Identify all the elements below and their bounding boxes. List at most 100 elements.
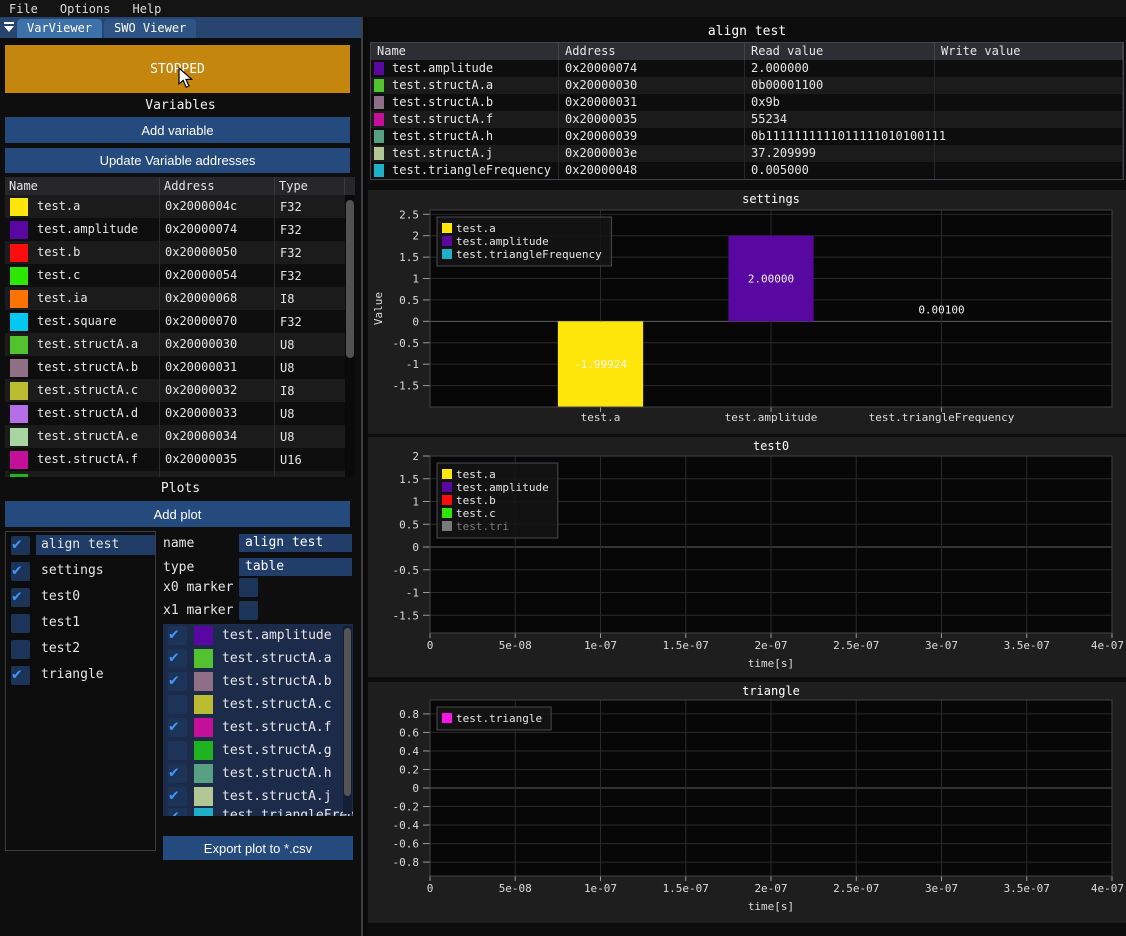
align-table-row[interactable]: test.structA.f0x2000003555234 bbox=[371, 111, 1123, 128]
export-csv-button[interactable]: Export plot to *.csv bbox=[163, 836, 353, 860]
series-color-swatch[interactable] bbox=[194, 649, 213, 668]
series-list-scrollbar[interactable] bbox=[343, 626, 352, 814]
align-table-row[interactable]: test.triangleFrequency0x200000480.005000 bbox=[371, 162, 1123, 179]
menu-help[interactable]: Help bbox=[132, 2, 161, 16]
series-color-swatch[interactable] bbox=[194, 808, 213, 816]
add-variable-button[interactable]: Add variable bbox=[5, 117, 350, 143]
variables-table-scrollbar[interactable] bbox=[345, 195, 355, 477]
update-variable-addresses-button[interactable]: Update Variable addresses bbox=[5, 148, 350, 173]
plot-list-item-label[interactable]: align test bbox=[36, 535, 155, 555]
plot-list-item-label[interactable]: settings bbox=[36, 561, 155, 581]
align-table-row[interactable]: test.structA.b0x200000310x9b bbox=[371, 94, 1123, 111]
series-visible-checkbox[interactable] bbox=[168, 741, 187, 760]
series-row[interactable]: ✔test.triangleFrequency bbox=[163, 808, 353, 816]
chart-settings[interactable]: settings2.521.510.50-0.5-1-1.5test.atest… bbox=[368, 190, 1126, 434]
plot-visible-checkbox[interactable]: ✔ bbox=[11, 588, 30, 607]
variable-color-swatch[interactable] bbox=[10, 474, 28, 478]
collapse-window-icon[interactable] bbox=[0, 17, 17, 38]
series-row[interactable]: ✔test.structA.b bbox=[163, 670, 353, 693]
variable-color-swatch[interactable] bbox=[10, 405, 28, 423]
x1-marker-checkbox[interactable] bbox=[239, 601, 258, 620]
plot-list-item[interactable]: ✔ align test bbox=[11, 535, 155, 555]
variable-color-swatch[interactable] bbox=[10, 359, 28, 377]
variable-color-swatch[interactable] bbox=[10, 267, 28, 285]
series-row[interactable]: ✔test.structA.j bbox=[163, 785, 353, 808]
series-color-swatch[interactable] bbox=[194, 741, 213, 760]
variable-row[interactable]: test.c0x20000054F32 bbox=[5, 264, 355, 287]
variable-row[interactable]: test.structA.e0x20000034U8 bbox=[5, 425, 355, 448]
series-row[interactable]: test.structA.c bbox=[163, 693, 353, 716]
series-row[interactable]: ✔test.structA.a bbox=[163, 647, 353, 670]
series-color-swatch[interactable] bbox=[194, 787, 213, 806]
variable-color-swatch[interactable] bbox=[10, 221, 28, 239]
plot-list-item-label[interactable]: test0 bbox=[36, 587, 155, 607]
menu-options[interactable]: Options bbox=[60, 2, 111, 16]
plot-list-item-label[interactable]: test1 bbox=[36, 613, 155, 633]
series-color-swatch[interactable] bbox=[194, 718, 213, 737]
chart-test0[interactable]: test021.510.50-0.5-1-1.505e-081e-071.5e-… bbox=[368, 437, 1126, 677]
variable-color-swatch[interactable] bbox=[10, 336, 28, 354]
plot-list-item[interactable]: ✔ triangle bbox=[11, 665, 155, 685]
series-color-swatch[interactable] bbox=[194, 764, 213, 783]
series-row[interactable]: ✔test.amplitude bbox=[163, 624, 353, 647]
series-color-swatch[interactable] bbox=[194, 695, 213, 714]
variable-row[interactable]: test.square0x20000070F32 bbox=[5, 310, 355, 333]
chart-triangle[interactable]: triangle0.80.60.40.20-0.2-0.4-0.6-0.805e… bbox=[368, 682, 1126, 923]
series-row[interactable]: test.structA.g bbox=[163, 739, 353, 762]
svg-text:0: 0 bbox=[412, 782, 419, 795]
series-visible-checkbox[interactable]: ✔ bbox=[168, 718, 187, 737]
series-visible-checkbox[interactable]: ✔ bbox=[168, 764, 187, 783]
series-visible-checkbox[interactable]: ✔ bbox=[168, 626, 187, 645]
series-color-swatch[interactable] bbox=[194, 672, 213, 691]
plot-visible-checkbox[interactable]: ✔ bbox=[11, 562, 30, 581]
plot-list-item[interactable]: ✔ test0 bbox=[11, 587, 155, 607]
variable-row[interactable]: test.structA.a0x20000030U8 bbox=[5, 333, 355, 356]
app-window: File Options Help VarViewer SWO Viewer S… bbox=[0, 0, 1126, 936]
variable-row[interactable]: test.ia0x20000068I8 bbox=[5, 287, 355, 310]
variable-row[interactable]: test.structA.c0x20000032I8 bbox=[5, 379, 355, 402]
plot-name-input[interactable]: align test bbox=[239, 534, 352, 552]
align-table-row[interactable]: test.structA.a0x200000300b00001100 bbox=[371, 77, 1123, 94]
variable-color-swatch[interactable] bbox=[10, 198, 28, 216]
series-visible-checkbox[interactable]: ✔ bbox=[168, 672, 187, 691]
plot-list-item-label[interactable]: triangle bbox=[36, 665, 155, 685]
x0-marker-checkbox[interactable] bbox=[239, 578, 258, 597]
variable-row[interactable]: test.structA.d0x20000033U8 bbox=[5, 402, 355, 425]
add-plot-button[interactable]: Add plot bbox=[5, 501, 350, 527]
variable-row[interactable]: test.structA.b0x20000031U8 bbox=[5, 356, 355, 379]
plot-list-item[interactable]: ✔ settings bbox=[11, 561, 155, 581]
plot-list-item[interactable]: test2 bbox=[11, 639, 155, 659]
series-visible-checkbox[interactable] bbox=[168, 695, 187, 714]
variable-row[interactable]: test.a0x2000004cF32 bbox=[5, 195, 355, 218]
series-color-swatch[interactable] bbox=[194, 626, 213, 645]
variable-row[interactable]: test.amplitude0x20000074F32 bbox=[5, 218, 355, 241]
variable-color-swatch[interactable] bbox=[10, 428, 28, 446]
plot-visible-checkbox[interactable]: ✔ bbox=[11, 536, 30, 555]
plot-visible-checkbox[interactable] bbox=[11, 640, 30, 659]
align-table-row[interactable]: test.structA.h0x200000390b11111111110111… bbox=[371, 128, 1123, 145]
variable-row[interactable]: test.b0x20000050F32 bbox=[5, 241, 355, 264]
variable-color-swatch[interactable] bbox=[10, 244, 28, 262]
variable-row[interactable] bbox=[5, 471, 355, 477]
plot-visible-checkbox[interactable] bbox=[11, 614, 30, 633]
variable-color-swatch[interactable] bbox=[10, 382, 28, 400]
plot-visible-checkbox[interactable]: ✔ bbox=[11, 666, 30, 685]
tab-swo-viewer[interactable]: SWO Viewer bbox=[104, 19, 196, 38]
plot-list-item[interactable]: test1 bbox=[11, 613, 155, 633]
series-row[interactable]: ✔test.structA.h bbox=[163, 762, 353, 785]
align-table-row[interactable]: test.structA.j0x2000003e37.209999 bbox=[371, 145, 1123, 162]
menu-file[interactable]: File bbox=[9, 2, 38, 16]
variable-color-swatch[interactable] bbox=[10, 313, 28, 331]
series-visible-checkbox[interactable]: ✔ bbox=[168, 787, 187, 806]
variable-color-swatch[interactable] bbox=[10, 451, 28, 469]
plot-list-item-label[interactable]: test2 bbox=[36, 639, 155, 659]
variable-row[interactable]: test.structA.f0x20000035U16 bbox=[5, 448, 355, 471]
series-visible-checkbox[interactable]: ✔ bbox=[168, 649, 187, 668]
variable-color-swatch[interactable] bbox=[10, 290, 28, 308]
plot-type-combo[interactable]: table bbox=[239, 558, 352, 576]
series-row[interactable]: ✔test.structA.f bbox=[163, 716, 353, 739]
align-table-row[interactable]: test.amplitude0x200000742.000000 bbox=[371, 60, 1123, 77]
pane-divider[interactable] bbox=[361, 17, 363, 936]
series-visible-checkbox[interactable]: ✔ bbox=[168, 808, 187, 816]
tab-varviewer[interactable]: VarViewer bbox=[17, 19, 102, 38]
